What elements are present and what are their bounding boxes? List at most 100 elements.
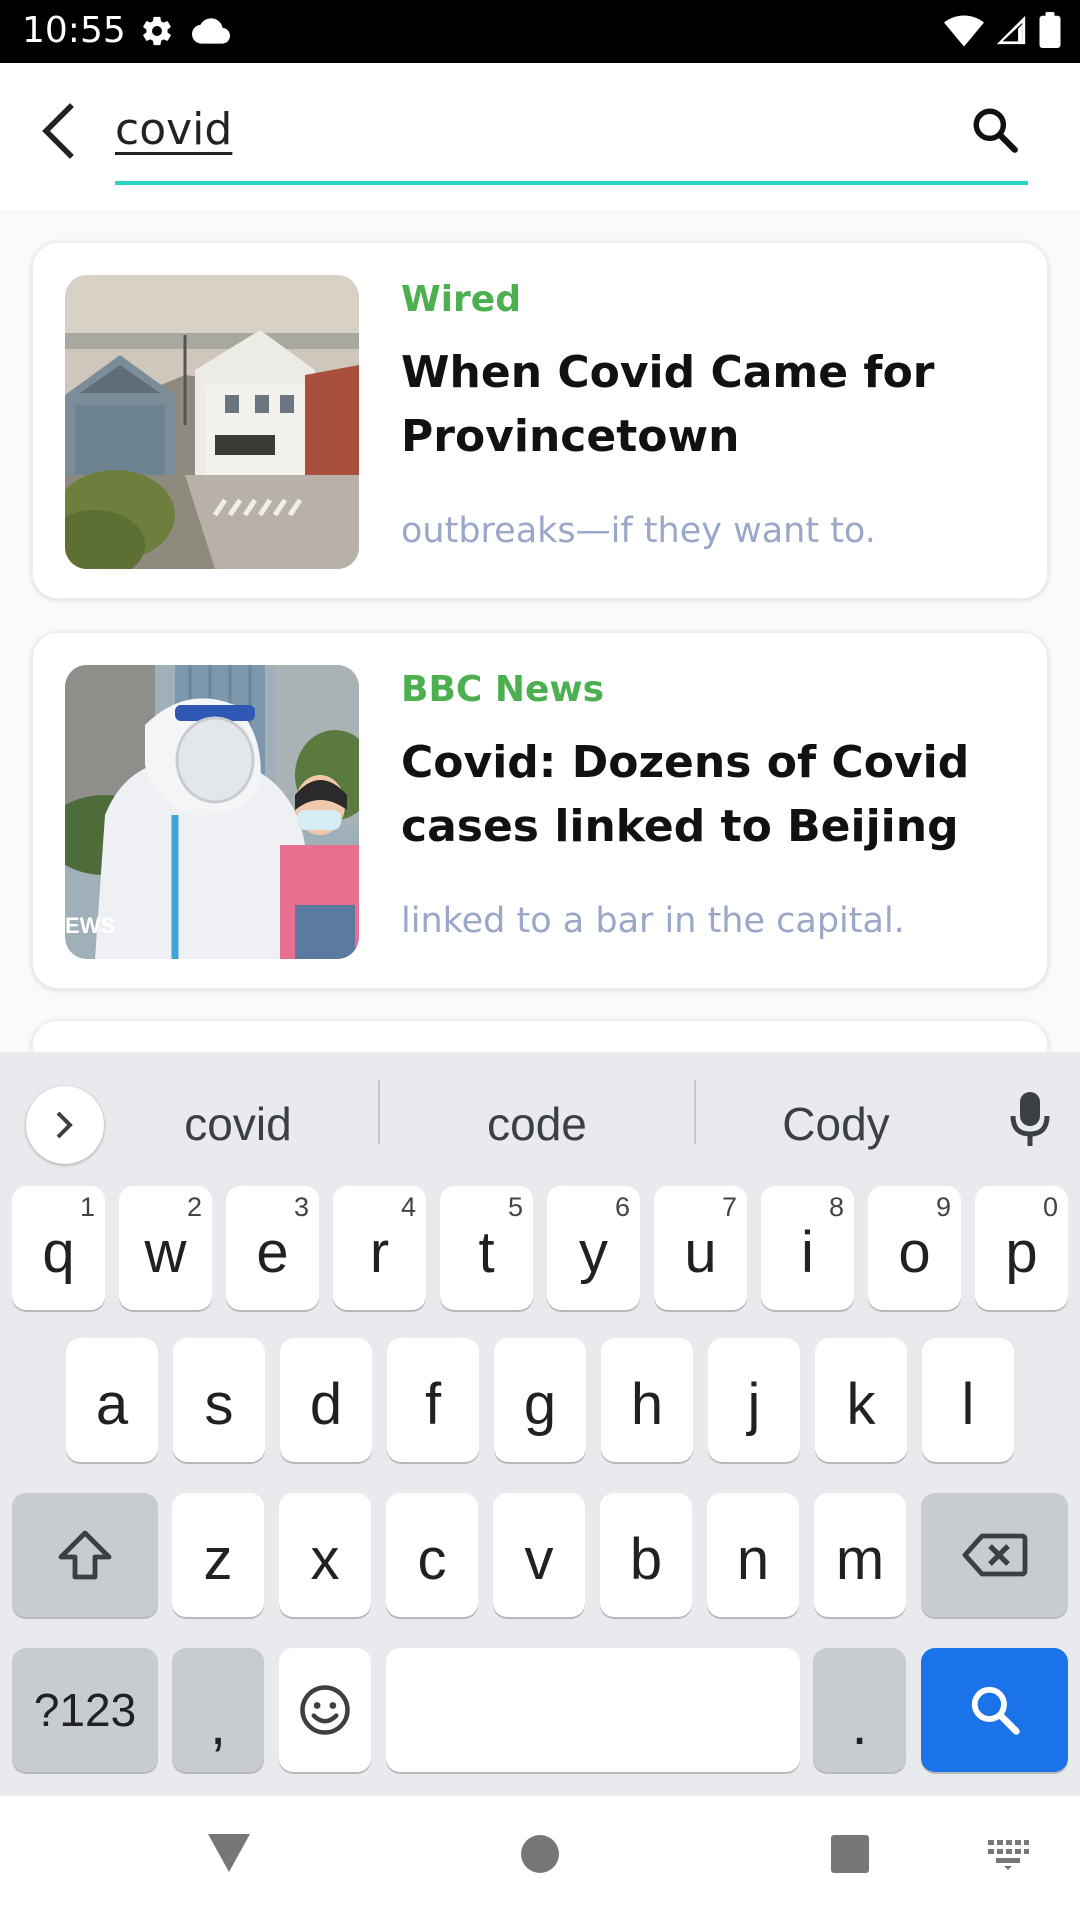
comma-key[interactable]: , <box>172 1648 264 1772</box>
key-d[interactable]: d <box>280 1338 372 1462</box>
key-c[interactable]: c <box>386 1493 478 1617</box>
shift-icon <box>58 1530 112 1580</box>
key-t[interactable]: t5 <box>440 1186 533 1310</box>
keyboard-switch-button[interactable] <box>986 1838 1030 1875</box>
key-y[interactable]: y6 <box>547 1186 640 1310</box>
space-key[interactable] <box>386 1648 800 1772</box>
key-f[interactable]: f <box>387 1338 479 1462</box>
backspace-key[interactable] <box>921 1493 1068 1617</box>
suggestion-bar: covid code Cody <box>0 1052 1080 1168</box>
key-j[interactable]: j <box>708 1338 800 1462</box>
cloud-icon <box>192 16 230 51</box>
key-z[interactable]: z <box>172 1493 264 1617</box>
key-label: b <box>629 1526 663 1592</box>
key-label: f <box>424 1371 442 1437</box>
key-n[interactable]: n <box>707 1493 799 1617</box>
chevron-right-icon <box>56 1111 73 1139</box>
emoji-key[interactable] <box>279 1648 371 1772</box>
voice-input-button[interactable] <box>1002 1080 1058 1160</box>
key-label: y <box>579 1219 608 1285</box>
key-label: i <box>801 1219 814 1285</box>
key-label: p <box>1005 1219 1038 1285</box>
suggestion-divider <box>694 1080 696 1144</box>
key-i[interactable]: i8 <box>761 1186 854 1310</box>
key-l[interactable]: l <box>922 1338 1014 1462</box>
key-q[interactable]: q1 <box>12 1186 105 1310</box>
suggestion-1[interactable]: covid <box>138 1094 338 1154</box>
key-o[interactable]: o9 <box>868 1186 961 1310</box>
key-label: o <box>898 1219 931 1285</box>
status-bar: 10:55 <box>0 0 1080 63</box>
article-card[interactable]: Wired When Covid Came for Provincetown o… <box>32 242 1048 599</box>
key-hint: 4 <box>400 1192 416 1222</box>
thumbnail-caption: EWS <box>65 913 116 938</box>
key-label: w <box>144 1219 187 1285</box>
battery-icon <box>1038 12 1062 53</box>
key-label: x <box>310 1526 340 1592</box>
triangle-down-icon <box>208 1834 250 1872</box>
keyboard-icon <box>988 1840 1029 1870</box>
circle-icon <box>521 1835 559 1873</box>
key-label: n <box>736 1526 770 1592</box>
emoji-icon <box>300 1685 350 1735</box>
back-button[interactable] <box>30 103 86 159</box>
key-b[interactable]: b <box>600 1493 692 1617</box>
key-w[interactable]: w2 <box>119 1186 212 1310</box>
key-m[interactable]: m <box>814 1493 906 1617</box>
key-label: k <box>846 1371 876 1437</box>
key-g[interactable]: g <box>494 1338 586 1462</box>
search-button[interactable] <box>962 97 1028 163</box>
key-k[interactable]: k <box>815 1338 907 1462</box>
key-label: j <box>747 1371 761 1437</box>
search-input[interactable] <box>115 99 915 159</box>
key-label: t <box>478 1219 495 1285</box>
suggestion-2[interactable]: code <box>437 1094 637 1154</box>
search-icon <box>973 108 1018 153</box>
gear-icon <box>140 14 174 53</box>
back-nav-button[interactable] <box>206 1832 252 1879</box>
key-x[interactable]: x <box>279 1493 371 1617</box>
key-label: e <box>256 1219 289 1285</box>
home-nav-button[interactable] <box>520 1834 560 1879</box>
key-u[interactable]: u7 <box>654 1186 747 1310</box>
on-screen-keyboard: covid code Cody ?123 , . q 1 w 2 e 3 r 4… <box>0 1052 1080 1796</box>
key-hint: 8 <box>828 1192 844 1222</box>
key-p[interactable]: p0 <box>975 1186 1068 1310</box>
key-label: m <box>835 1526 885 1592</box>
key-e[interactable]: e3 <box>226 1186 319 1310</box>
article-card-partial[interactable] <box>32 1020 1048 1052</box>
wifi-icon <box>944 13 984 52</box>
key-hint: 0 <box>1042 1192 1058 1222</box>
symbols-key[interactable]: ?123 <box>12 1648 158 1772</box>
key-hint: 1 <box>79 1192 95 1222</box>
article-card[interactable]: EWS BBC News Covid: Dozens of Covid case… <box>32 632 1048 989</box>
key-label: a <box>95 1371 129 1437</box>
key-r[interactable]: r4 <box>333 1186 426 1310</box>
results-list: Wired When Covid Came for Provincetown o… <box>0 212 1080 1052</box>
back-arrow-icon <box>42 103 74 159</box>
suggestion-divider <box>378 1080 380 1144</box>
expand-suggestions-button[interactable] <box>26 1086 104 1164</box>
article-title: Covid: Dozens of Covid cases linked to B… <box>401 737 970 852</box>
key-h[interactable]: h <box>601 1338 693 1462</box>
key-label: d <box>309 1371 343 1437</box>
shift-key[interactable] <box>12 1493 158 1617</box>
key-a[interactable]: a <box>66 1338 158 1462</box>
key-label: r <box>369 1219 390 1285</box>
key-v[interactable]: v <box>493 1493 585 1617</box>
key-hint: 5 <box>507 1192 523 1222</box>
article-thumbnail <box>65 275 359 569</box>
backspace-icon <box>962 1533 1027 1577</box>
key-hint: 9 <box>935 1192 951 1222</box>
key-label: q <box>42 1219 75 1285</box>
key-s[interactable]: s <box>173 1338 265 1462</box>
key-hint: 2 <box>186 1192 202 1222</box>
article-source: BBC News <box>401 669 605 710</box>
search-action-key[interactable] <box>921 1648 1068 1772</box>
recents-nav-button[interactable] <box>830 1834 870 1879</box>
key-label: c <box>417 1526 447 1592</box>
key-label: l <box>961 1371 975 1437</box>
suggestion-3[interactable]: Cody <box>736 1094 936 1154</box>
period-key[interactable]: . <box>813 1648 906 1772</box>
key-label: z <box>203 1526 233 1592</box>
